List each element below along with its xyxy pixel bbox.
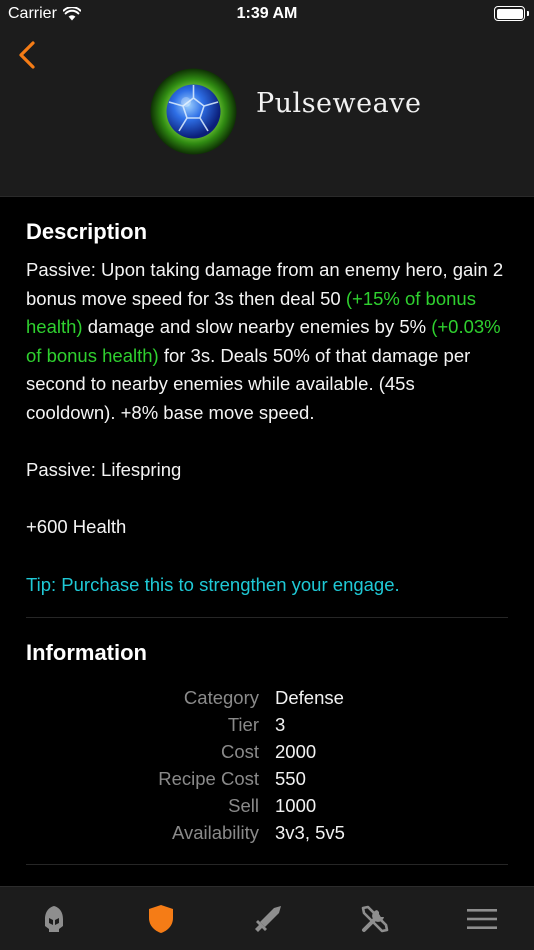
battery-tip — [527, 11, 529, 16]
info-value: 2000 — [275, 740, 317, 762]
info-row-category: Category Defense — [26, 684, 508, 711]
tab-tools[interactable] — [321, 887, 428, 950]
tab-builds[interactable] — [214, 887, 321, 950]
back-button[interactable] — [12, 38, 42, 72]
description-text-2: damage and slow nearby enemies by 5% — [82, 316, 432, 338]
battery-fill — [496, 8, 523, 19]
item-header: Carrier 1:39 AM Pulseweave — [0, 0, 534, 197]
info-label: Availability — [171, 821, 259, 843]
info-value: 3v3, 5v5 — [275, 821, 345, 843]
tab-menu[interactable] — [428, 887, 534, 950]
tab-bar — [0, 886, 534, 950]
info-value: Defense — [275, 686, 344, 708]
divider — [26, 864, 508, 866]
menu-icon — [466, 909, 497, 929]
info-label: Recipe Cost — [158, 767, 259, 789]
item-details: Description Passive: Upon taking damage … — [0, 198, 534, 866]
info-row-tier: Tier 3 — [26, 711, 508, 738]
chevron-left-icon — [19, 41, 35, 69]
info-row-cost: Cost 2000 — [26, 738, 508, 765]
info-label: Sell — [228, 794, 259, 816]
info-row-recipe-cost: Recipe Cost 550 — [26, 765, 508, 792]
status-time: 1:39 AM — [236, 5, 298, 22]
tools-icon — [361, 905, 388, 933]
passive-name: Passive: Lifespring — [26, 459, 182, 481]
info-label: Cost — [220, 740, 259, 762]
info-label: Category — [183, 686, 259, 708]
description-text: Passive: Upon taking damage from an enem… — [26, 256, 508, 428]
info-row-availability: Availability 3v3, 5v5 — [26, 819, 508, 846]
pulseweave-orb-icon — [150, 68, 237, 155]
info-value: 1000 — [275, 794, 317, 816]
battery-icon — [494, 6, 525, 21]
description-heading: Description — [26, 219, 148, 244]
tip-text: Tip: Purchase this to strengthen your en… — [26, 573, 400, 595]
info-label: Tier — [227, 713, 259, 735]
helmet-icon — [44, 906, 63, 932]
divider — [26, 617, 508, 619]
tab-items[interactable] — [107, 887, 214, 950]
sword-icon — [254, 906, 281, 932]
info-row-sell: Sell 1000 — [26, 792, 508, 819]
health-stat: +600 Health — [26, 516, 127, 538]
information-table: Category Defense Tier 3 Cost 2000 Recipe Co… — [26, 684, 508, 846]
information-heading: Information — [26, 640, 147, 666]
shield-icon — [148, 905, 173, 933]
item-title: Pulseweave — [256, 88, 422, 119]
info-value: 3 — [275, 713, 286, 735]
info-value: 550 — [275, 767, 306, 789]
tab-heroes[interactable] — [0, 887, 107, 950]
status-bar: Carrier 1:39 AM — [0, 0, 534, 30]
